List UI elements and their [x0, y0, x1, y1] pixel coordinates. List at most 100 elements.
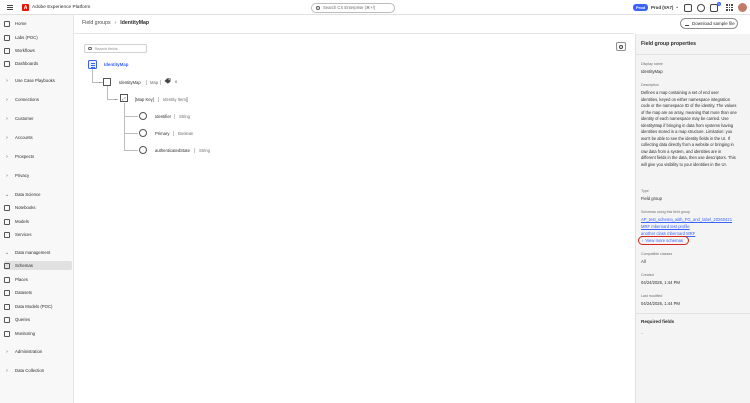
field-name[interactable]: Identifier	[155, 114, 171, 119]
sidebar-item-monitoring[interactable]: Monitoring	[4, 329, 72, 338]
adobe-logo[interactable]: A	[22, 4, 29, 11]
sidebar-item-label: Services	[15, 232, 32, 237]
sidebar-item-label: Models	[15, 219, 29, 224]
field-group-icon	[88, 60, 97, 69]
menu-icon[interactable]	[7, 5, 13, 10]
sidebar-item-schemas[interactable]: Schemas	[4, 261, 72, 270]
sidebar-item-label: Connections	[15, 97, 39, 102]
help-icon[interactable]	[697, 3, 705, 12]
field-type: Boolean	[178, 131, 194, 136]
gear-icon	[619, 44, 623, 49]
sidebar-item-use-case-playbooks[interactable]: › Use Case Playbooks	[4, 76, 72, 85]
chevron-right-icon: ›	[642, 238, 644, 243]
field-separator	[194, 147, 195, 153]
datasets-icon	[4, 289, 10, 296]
schema-link[interactable]: AP_test_schema_with_FG_and_label_2026042…	[641, 217, 732, 222]
sidebar-item-data-models-poc[interactable]: Data Models (POC)	[4, 302, 72, 311]
field-name[interactable]: IdentityMap	[119, 80, 141, 85]
sidebar-item-queries[interactable]: Queries	[4, 315, 72, 324]
sidebar-item-customer[interactable]: › Customer	[4, 114, 72, 123]
sidebar-item-connections[interactable]: › Connections	[4, 95, 72, 104]
sidebar-item-workflows[interactable]: Workflows	[4, 46, 72, 55]
map-icon: ⤢	[120, 94, 128, 102]
field-type-string-icon	[139, 112, 147, 120]
chevron-down-icon[interactable]: ⌄	[98, 79, 101, 84]
sidebar-item-label: Customer	[15, 116, 34, 121]
tree-connector	[124, 116, 138, 117]
chevron-right-icon: ›	[6, 153, 8, 160]
chevron-down-icon[interactable]: ⌄	[114, 96, 117, 101]
chevron-right-icon: ›	[6, 367, 8, 374]
sidebar-item-label: Queries	[15, 317, 31, 322]
schema-canvas	[74, 34, 634, 403]
download-sample-file-button[interactable]: Download sample file	[680, 18, 738, 29]
tree-connector	[124, 103, 125, 150]
sidebar-item-models[interactable]: Models	[4, 217, 72, 226]
sidebar-item-accounts[interactable]: › Accounts	[4, 133, 72, 142]
global-search-placeholder: Search CX Enterprise (⌘+/)	[323, 5, 376, 10]
sidebar-item-home[interactable]: Home	[4, 19, 72, 28]
app-title[interactable]: Adobe Experience Platform	[32, 5, 90, 10]
sidebar-item-label: Use Case Playbooks	[15, 78, 55, 83]
sandbox-switcher[interactable]: Prod (VA7)	[651, 5, 673, 10]
chevron-right-icon: ›	[6, 115, 8, 122]
field-type: Map	[150, 80, 159, 85]
sidebar-item-label: Notebooks	[15, 205, 36, 210]
field-name[interactable]: authenticatedState	[155, 148, 190, 153]
view-more-schemas-button[interactable]: › View more schemas	[638, 236, 689, 245]
data-models-icon	[4, 303, 10, 310]
sidebar-item-administration[interactable]: › Administration	[4, 347, 72, 356]
sidebar-item-data-management[interactable]: ⌄ Data management	[4, 248, 72, 257]
panel-title: Field group properties	[641, 41, 697, 47]
sidebar-item-dashboards[interactable]: Dashboards	[4, 59, 72, 68]
breadcrumb-separator: ›	[114, 20, 117, 26]
global-search-input[interactable]: Search CX Enterprise (⌘+/)	[311, 2, 395, 13]
schema-link[interactable]: MRF mbernard test profile	[641, 224, 690, 229]
breadcrumb-field-groups[interactable]: Field groups	[82, 20, 111, 26]
sidebar-item-services[interactable]: Services	[4, 230, 72, 239]
field-type: Identity Item[]	[163, 97, 189, 102]
field-type: String	[179, 114, 190, 119]
type-value: Field group	[641, 196, 662, 201]
sidebar-item-label: Data Collection	[15, 368, 45, 373]
sidebar-item-label: Dashboards	[15, 61, 39, 66]
last-modified-label: Last modified	[641, 294, 663, 298]
sidebar-item-places[interactable]: Places	[4, 275, 72, 284]
labs-icon	[4, 34, 10, 41]
field-search-input[interactable]: Search fields	[84, 44, 147, 53]
required-fields-value: –	[641, 330, 644, 335]
sidebar-item-prospects[interactable]: › Prospects	[4, 152, 72, 161]
sidebar-item-data-science[interactable]: ⌄ Data Science	[4, 190, 72, 199]
dashboards-icon	[4, 60, 10, 67]
field-separator	[174, 113, 175, 119]
sidebar-item-label: Data Models (POC)	[15, 304, 53, 309]
compatible-classes-label: Compatible classes	[641, 252, 673, 256]
monitoring-icon	[4, 330, 10, 337]
avatar[interactable]	[738, 3, 747, 12]
notebooks-icon	[4, 204, 10, 211]
feedback-icon[interactable]	[684, 3, 692, 12]
tag-icon[interactable]	[164, 78, 171, 84]
workflows-icon	[4, 47, 10, 54]
tree-connector	[107, 86, 108, 99]
field-separator	[146, 79, 147, 85]
download-button-label: Download sample file	[692, 21, 735, 26]
canvas-settings-button[interactable]	[616, 42, 626, 51]
field-name[interactable]: [Map Key]	[135, 97, 154, 102]
root-field-group-link[interactable]: IdentityMap	[104, 62, 128, 67]
description-label: Description	[641, 83, 659, 87]
sidebar-item-datasets[interactable]: Datasets	[4, 288, 72, 297]
apps-icon[interactable]	[726, 4, 733, 11]
required-fields-title: Required fields	[641, 319, 675, 324]
sidebar-item-labs-poc[interactable]: Labs (POC)	[4, 33, 72, 42]
breadcrumb-current: IdentityMap	[120, 20, 150, 26]
chevron-down-icon[interactable]: ⌄	[675, 4, 679, 10]
field-type-boolean-icon	[139, 129, 147, 137]
field-separator	[160, 79, 161, 85]
sidebar-item-data-collection[interactable]: › Data Collection	[4, 366, 72, 375]
field-name[interactable]: Primary	[155, 131, 169, 136]
type-label: Type	[641, 189, 649, 193]
sidebar-item-privacy[interactable]: › Privacy	[4, 171, 72, 180]
chevron-right-icon: ›	[6, 134, 8, 141]
sidebar-item-notebooks[interactable]: Notebooks	[4, 203, 72, 212]
